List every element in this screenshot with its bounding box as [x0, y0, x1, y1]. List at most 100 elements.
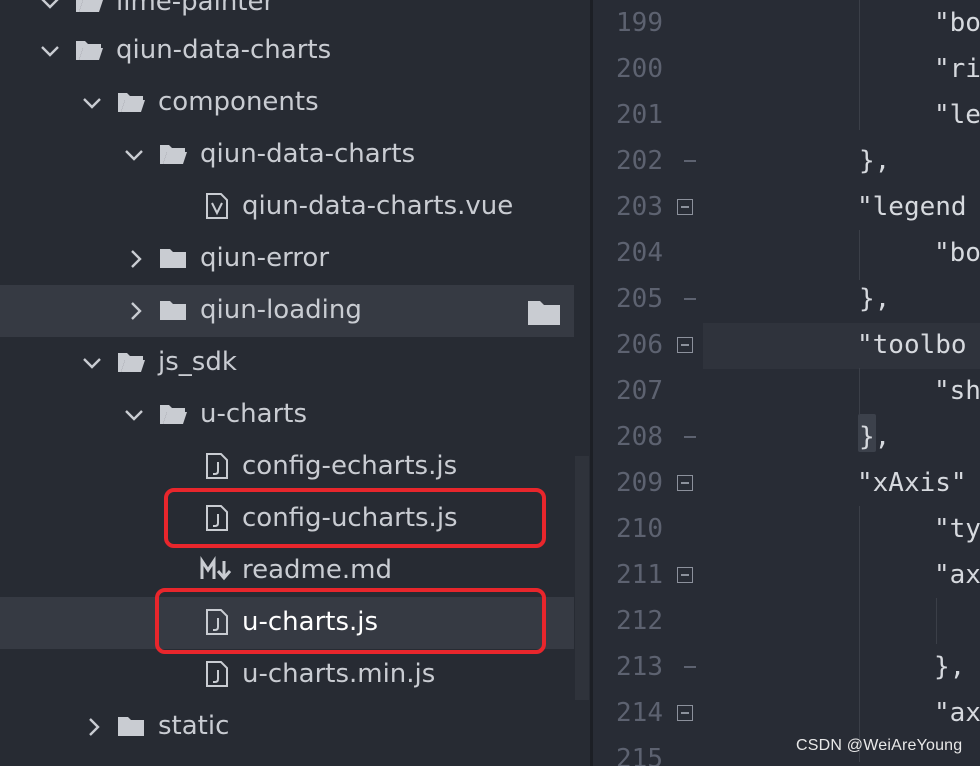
tree-item-qiun-data-charts-vue[interactable]: qiun-data-charts.vue	[0, 181, 574, 233]
tree-item-label: config-ucharts.js	[242, 503, 458, 533]
line-number: 200	[616, 54, 663, 84]
line-number: 207	[616, 376, 663, 406]
tree-item-js-sdk[interactable]: js_sdk	[0, 337, 574, 389]
fold-end-marker	[684, 666, 696, 668]
line-number: 206	[616, 330, 663, 360]
code-line-current[interactable]: 206 "toolbo	[593, 322, 980, 368]
chevron-right-icon[interactable]	[82, 712, 106, 742]
code-line[interactable]: 208 },	[593, 414, 980, 460]
tree-item-config-echarts-js[interactable]: config-echarts.js	[0, 441, 574, 493]
folder-open-icon	[74, 0, 104, 17]
code-line[interactable]: 210 "ty	[593, 506, 980, 552]
chevron-down-icon[interactable]	[122, 140, 146, 170]
watermark: CSDN @WeiAreYoung	[796, 737, 963, 754]
vue-file-icon	[202, 191, 232, 221]
code-editor[interactable]: 199 "bo 200 "ri 201 "le 202 }, 203 "lege…	[593, 0, 980, 766]
tree-item-u-charts[interactable]: u-charts	[0, 389, 574, 441]
chevron-right-icon[interactable]	[124, 296, 148, 326]
line-number: 209	[616, 468, 663, 498]
fold-end-marker	[684, 160, 696, 162]
chevron-down-icon[interactable]	[80, 348, 104, 378]
tree-item-static[interactable]: static	[0, 701, 574, 753]
code-text: "sh	[934, 376, 980, 406]
tree-item-label: config-echarts.js	[242, 451, 458, 481]
code-line[interactable]: 201 "le	[593, 92, 980, 138]
folder-closed-icon	[158, 243, 188, 273]
chevron-down-icon[interactable]	[122, 400, 146, 430]
folder-action-icon[interactable]	[526, 297, 562, 327]
folder-open-icon	[116, 347, 146, 377]
fold-collapse-icon[interactable]	[677, 337, 693, 353]
tree-item-readme-md[interactable]: readme.md	[0, 545, 574, 597]
code-text: "bo	[934, 238, 980, 268]
folder-closed-icon	[158, 295, 188, 325]
code-text: "legend	[857, 192, 967, 222]
fold-collapse-icon[interactable]	[677, 705, 693, 721]
tree-item-label: lime-painter	[116, 0, 275, 17]
code-line[interactable]: 213 },	[593, 644, 980, 690]
tree-item-config-ucharts-js[interactable]: config-ucharts.js	[0, 493, 574, 545]
tree-item-qiun-loading[interactable]: qiun-loading	[0, 285, 574, 337]
code-line[interactable]: 203 "legend	[593, 184, 980, 230]
tree-item-u-charts-js[interactable]: u-charts.js	[0, 597, 574, 649]
tree-item-label: qiun-data-charts	[116, 35, 332, 65]
folder-open-icon	[158, 139, 188, 169]
code-line[interactable]: 202 },	[593, 138, 980, 184]
line-number: 211	[616, 560, 663, 590]
tree-item-qiun-error[interactable]: qiun-error	[0, 233, 574, 285]
folder-open-icon	[158, 399, 188, 429]
fold-end-marker	[684, 436, 696, 438]
fold-collapse-icon[interactable]	[677, 199, 693, 215]
code-text: },	[934, 652, 966, 682]
chevron-down-icon[interactable]	[80, 88, 104, 118]
tree-item-qiun-data-charts-subfolder[interactable]: qiun-data-charts	[0, 129, 574, 181]
code-line[interactable]: 211 "ax	[593, 552, 980, 598]
tree-item-label: qiun-data-charts.vue	[242, 191, 514, 221]
tree-item-label: qiun-data-charts	[200, 139, 416, 169]
line-number: 203	[616, 192, 663, 222]
line-number: 205	[616, 284, 663, 314]
line-number: 212	[616, 606, 663, 636]
code-text: "bo	[934, 8, 980, 38]
folder-closed-icon	[116, 711, 146, 741]
tree-item-label: qiun-error	[200, 243, 330, 273]
code-text: "ty	[934, 514, 980, 544]
code-line[interactable]: 207 "sh	[593, 368, 980, 414]
js-file-icon	[202, 659, 232, 689]
tree-item-qiun-data-charts[interactable]: qiun-data-charts	[0, 25, 574, 77]
chevron-down-icon[interactable]	[38, 36, 62, 66]
markdown-icon	[200, 555, 234, 585]
code-line[interactable]: 199 "bo	[593, 0, 980, 46]
sidebar-scrollbar[interactable]	[575, 456, 589, 700]
code-line[interactable]: 205 },	[593, 276, 980, 322]
code-text: "xAxis"	[857, 468, 967, 498]
fold-collapse-icon[interactable]	[677, 567, 693, 583]
code-line[interactable]: 204 "bo	[593, 230, 980, 276]
tree-item-label: readme.md	[242, 555, 392, 585]
code-line[interactable]: 212	[593, 598, 980, 644]
folder-open-icon	[116, 87, 146, 117]
line-number: 215	[616, 744, 663, 766]
chevron-right-icon[interactable]	[124, 244, 148, 274]
code-line[interactable]: 214 "ax	[593, 690, 980, 736]
code-line[interactable]: 209 "xAxis"	[593, 460, 980, 506]
tree-item-u-charts-min-js[interactable]: u-charts.min.js	[0, 649, 574, 701]
fold-end-marker	[684, 298, 696, 300]
chevron-down-icon[interactable]	[38, 0, 62, 18]
line-number: 201	[616, 100, 663, 130]
code-text: "ax	[934, 560, 980, 590]
line-number: 202	[616, 146, 663, 176]
js-file-icon	[202, 607, 232, 637]
code-text: },	[859, 146, 891, 176]
tree-item-label: u-charts.min.js	[242, 659, 436, 689]
tree-item-components[interactable]: components	[0, 77, 574, 129]
code-text: "ax	[934, 698, 980, 728]
js-file-icon	[202, 451, 232, 481]
line-number: 204	[616, 238, 663, 268]
line-number: 213	[616, 652, 663, 682]
js-file-icon	[202, 503, 232, 533]
tree-item-label: components	[158, 87, 319, 117]
fold-collapse-icon[interactable]	[677, 475, 693, 491]
code-line[interactable]: 200 "ri	[593, 46, 980, 92]
tree-item-label: u-charts	[200, 399, 307, 429]
